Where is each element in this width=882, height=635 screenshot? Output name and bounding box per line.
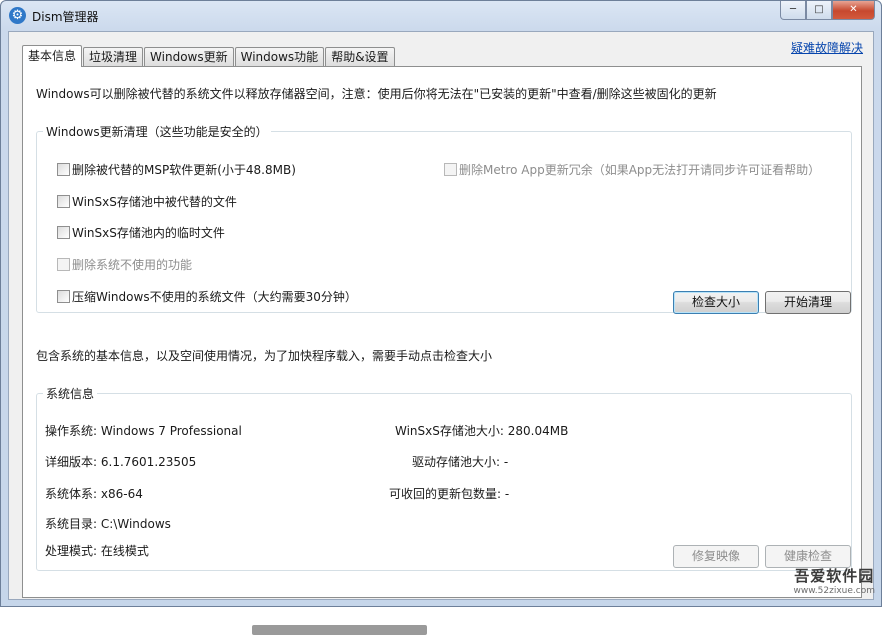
minimize-button[interactable]: ─	[780, 1, 806, 20]
checkbox[interactable]	[57, 195, 70, 208]
window-title: Dism管理器	[32, 10, 99, 24]
maximize-button[interactable]: □	[806, 1, 832, 20]
checkbox[interactable]	[57, 163, 70, 176]
tab-windows-update[interactable]: Windows更新	[144, 47, 234, 67]
version-value: 6.1.7601.23505	[100, 455, 197, 469]
dir-label: 系统目录:	[45, 517, 98, 531]
check-size-button[interactable]: 检查大小	[673, 291, 759, 314]
option-label: 删除Metro App更新冗余（如果App无法打开请同步许可证看帮助）	[459, 163, 821, 177]
update-cleanup-title: Windows更新清理（这些功能是安全的）	[43, 123, 271, 140]
option-label: 删除系统不使用的功能	[72, 258, 193, 272]
dir-value: C:\Windows	[100, 517, 171, 531]
mode-value: 在线模式	[100, 544, 149, 558]
option-metro-cleanup[interactable]: 删除Metro App更新冗余（如果App无法打开请同步许可证看帮助）	[444, 161, 820, 178]
driver-store-value: -	[503, 455, 509, 469]
checkbox[interactable]	[57, 290, 70, 303]
horizontal-scrollbar-thumb[interactable]	[252, 625, 427, 635]
winsxs-row: WinSxS存储池大小: 280.04MB	[395, 422, 568, 439]
system-info-group: 系统信息 操作系统: Windows 7 Professional 详细版本: …	[36, 385, 852, 571]
watermark-url: www.52zixue.com	[793, 586, 875, 596]
start-clean-button[interactable]: 开始清理	[765, 291, 851, 314]
gear-icon: ⚙	[9, 7, 26, 24]
arch-value: x86-64	[100, 487, 143, 501]
os-row: 操作系统: Windows 7 Professional	[45, 422, 242, 439]
mode-label: 处理模式:	[45, 544, 98, 558]
recoverable-row: 可收回的更新包数量: -	[389, 485, 509, 502]
checkbox[interactable]	[57, 226, 70, 239]
basic-info-panel: Windows可以删除被代替的系统文件以释放存储器空间，注意：使用后你将无法在"…	[22, 66, 862, 635]
main-window: ⚙ Dism管理器 ─ □ ✕ 基本信息 垃圾清理 Windows更新 Wind…	[0, 0, 882, 635]
repair-image-button[interactable]: 修复映像	[673, 545, 759, 568]
tab-strip: 基本信息 垃圾清理 Windows更新 Windows功能 帮助&设置	[22, 45, 396, 67]
title-bar[interactable]: ⚙ Dism管理器 ─ □ ✕	[1, 1, 881, 31]
close-button[interactable]: ✕	[832, 1, 875, 20]
troubleshoot-link[interactable]: 疑难故障解决	[791, 39, 863, 56]
version-label: 详细版本:	[45, 455, 98, 469]
option-label: WinSxS存储池中被代替的文件	[72, 195, 237, 209]
tab-basic-info[interactable]: 基本信息	[22, 45, 83, 67]
winsxs-label: WinSxS存储池大小:	[395, 424, 504, 438]
watermark: 吾爱软件园 www.52zixue.com	[794, 565, 875, 596]
system-info-title: 系统信息	[43, 385, 98, 402]
option-winsxs-temp[interactable]: WinSxS存储池内的临时文件	[57, 224, 225, 241]
cleanup-notice: Windows可以删除被代替的系统文件以释放存储器空间，注意：使用后你将无法在"…	[36, 87, 717, 101]
os-label: 操作系统:	[45, 424, 98, 438]
window-controls: ─ □ ✕	[780, 1, 875, 20]
winsxs-value: 280.04MB	[507, 424, 569, 438]
recoverable-value: -	[504, 487, 510, 501]
option-label: 删除被代替的MSP软件更新(小于48.8MB)	[72, 163, 296, 177]
option-label: WinSxS存储池内的临时文件	[72, 226, 225, 240]
arch-row: 系统体系: x86-64	[45, 485, 143, 502]
checkbox[interactable]	[57, 258, 70, 271]
recoverable-label: 可收回的更新包数量:	[389, 487, 502, 501]
option-label: 压缩Windows不使用的系统文件（大约需要30分钟）	[72, 290, 357, 304]
dir-row: 系统目录: C:\Windows	[45, 515, 171, 532]
arch-label: 系统体系:	[45, 487, 98, 501]
option-winsxs-superseded[interactable]: WinSxS存储池中被代替的文件	[57, 193, 237, 210]
option-compress-system-files[interactable]: 压缩Windows不使用的系统文件（大约需要30分钟）	[57, 288, 357, 305]
checkbox[interactable]	[444, 163, 457, 176]
watermark-title: 吾爱软件园	[794, 567, 875, 585]
tab-help-settings[interactable]: 帮助&设置	[325, 47, 395, 67]
client-area: 基本信息 垃圾清理 Windows更新 Windows功能 帮助&设置 疑难故障…	[8, 31, 874, 635]
os-value: Windows 7 Professional	[100, 424, 242, 438]
tab-junk-cleanup[interactable]: 垃圾清理	[83, 47, 144, 67]
option-remove-unused-features[interactable]: 删除系统不使用的功能	[57, 256, 192, 273]
option-msp-cleanup[interactable]: 删除被代替的MSP软件更新(小于48.8MB)	[57, 161, 296, 178]
driver-store-row: 驱动存储池大小: -	[412, 453, 508, 470]
version-row: 详细版本: 6.1.7601.23505	[45, 453, 196, 470]
driver-store-label: 驱动存储池大小:	[412, 455, 501, 469]
mode-row: 处理模式: 在线模式	[45, 542, 149, 559]
tab-windows-features[interactable]: Windows功能	[234, 47, 325, 67]
system-info-notice: 包含系统的基本信息，以及空间使用情况，为了加快程序载入，需要手动点击检查大小	[36, 349, 493, 363]
update-cleanup-group: Windows更新清理（这些功能是安全的） 删除被代替的MSP软件更新(小于48…	[36, 123, 852, 314]
